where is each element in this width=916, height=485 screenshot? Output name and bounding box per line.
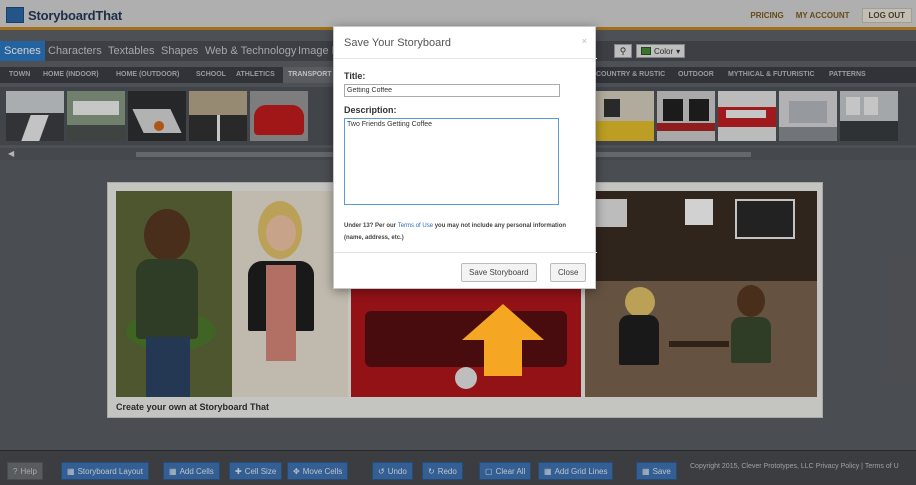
- description-label: Description:: [344, 105, 397, 115]
- privacy-note: Under 13? Per our Terms of Use you may n…: [344, 220, 584, 244]
- save-storyboard-dialog: Save Your Storyboard × Title: Descriptio…: [333, 26, 597, 290]
- note-prefix: Under 13? Per our: [344, 223, 397, 229]
- dialog-footer: Save Storyboard Close: [334, 252, 597, 290]
- terms-of-use-link[interactable]: Terms of Use: [398, 223, 433, 229]
- page: StoryboardThat PRICING MY ACCOUNT LOG OU…: [0, 0, 916, 485]
- close-button[interactable]: Close: [550, 263, 587, 282]
- title-label: Title:: [344, 71, 366, 81]
- dialog-header: Save Your Storyboard ×: [334, 27, 597, 59]
- dialog-title: Save Your Storyboard: [344, 37, 452, 49]
- arrow-up-icon: [462, 304, 544, 376]
- close-icon[interactable]: ×: [582, 36, 587, 46]
- description-input[interactable]: Two Friends Getting Coffee: [344, 118, 559, 205]
- title-input[interactable]: [344, 84, 560, 97]
- save-storyboard-button[interactable]: Save Storyboard: [461, 263, 537, 282]
